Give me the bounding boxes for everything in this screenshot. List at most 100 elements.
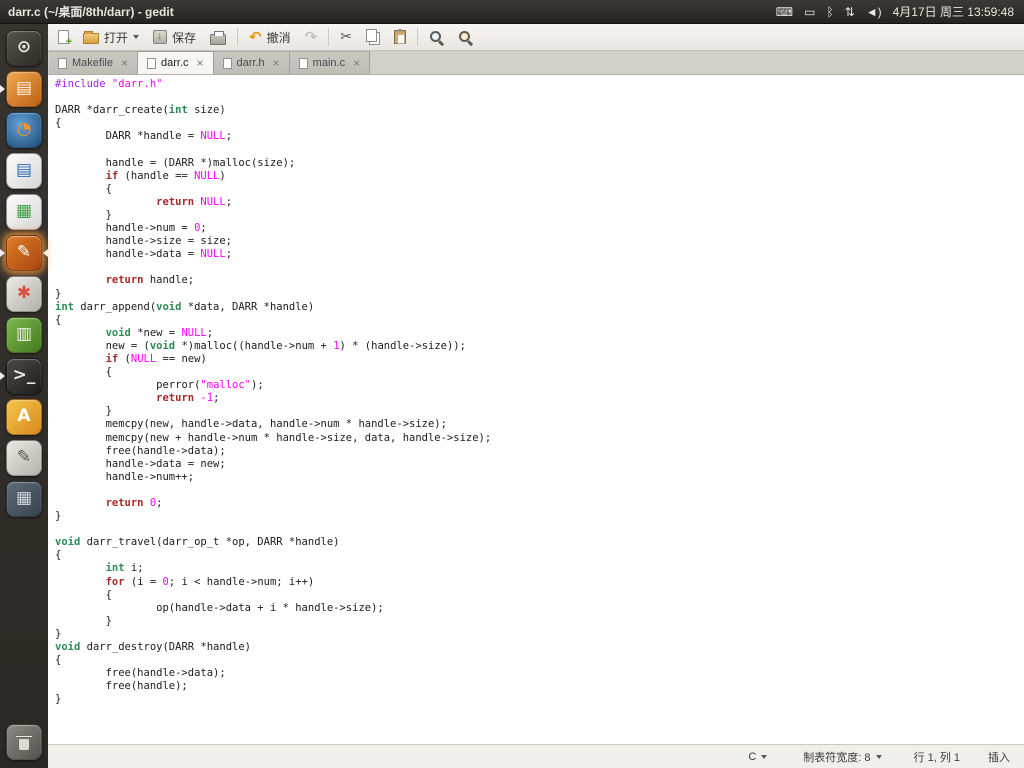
replace-button[interactable]	[452, 26, 479, 49]
tab-main.c[interactable]: main.c ×	[289, 51, 371, 74]
code-line: return 0;	[105, 497, 163, 509]
code-line: }	[55, 627, 62, 640]
gedit-toolbar: 打开 保存 ↶ 撤消 ↷ ✂	[48, 24, 1024, 51]
libreoffice-writer-icon: ▤	[15, 160, 33, 180]
paste-button[interactable]	[388, 26, 412, 49]
focused-indicator-icon	[43, 248, 48, 257]
print-button[interactable]	[204, 26, 232, 49]
cut-button[interactable]: ✂	[334, 26, 358, 49]
tab-label: darr.h	[236, 57, 265, 69]
file-icon	[58, 57, 67, 69]
copy-button[interactable]	[360, 26, 386, 49]
clock[interactable]: 4月17日 周三 13:59:48	[893, 3, 1014, 20]
launcher-item-firefox[interactable]: ◔	[0, 109, 48, 150]
code-line: return -1;	[156, 392, 220, 405]
open-caret-icon	[133, 35, 140, 39]
close-icon[interactable]: ×	[121, 57, 128, 69]
launcher-item-software-center[interactable]: A	[0, 396, 48, 437]
code-line: handle = (DARR *)malloc(size);	[55, 156, 296, 169]
language-selector[interactable]: C	[744, 749, 771, 765]
tab-Makefile[interactable]: Makefile ×	[49, 51, 138, 74]
toolbar-separator	[416, 28, 418, 46]
code-line: {	[55, 313, 62, 326]
running-indicator-icon	[0, 248, 5, 257]
launcher-items: ⊙ ▤ ◔ ▤ ▦ ✎ ✱ ▥ >_ A ✎ ▦	[0, 27, 48, 519]
new-document-button[interactable]	[52, 26, 75, 49]
close-icon[interactable]: ×	[197, 57, 204, 69]
gedit-icon: ✎	[16, 242, 32, 262]
code-line: DARR *handle = NULL;	[55, 130, 233, 143]
redo-icon: ↷	[304, 27, 318, 46]
code-line: void darr_destroy(DARR *handle)	[55, 641, 251, 654]
tray-icons: ⌨ ▭ ᛒ ⇅ ◄)	[776, 6, 882, 18]
paste-icon	[393, 29, 406, 44]
volume-icon[interactable]: ◄)	[866, 6, 882, 18]
launcher-item-workspace-switcher[interactable]: ▦	[0, 478, 48, 519]
file-icon	[146, 57, 156, 69]
undo-icon: ↶	[249, 27, 262, 46]
close-icon[interactable]: ×	[353, 57, 360, 69]
code-line: int i;	[105, 562, 144, 575]
system-settings-icon: ✱	[16, 283, 32, 303]
system-tray: ⌨ ▭ ᛒ ⇅ ◄) 4月17日 周三 13:59:48	[776, 3, 1014, 20]
chevron-down-icon	[761, 754, 768, 759]
launcher-item-system-settings[interactable]: ✱	[0, 273, 48, 314]
code-line: {	[55, 117, 62, 130]
firefox-icon: ◔	[16, 119, 32, 139]
print-icon	[210, 30, 227, 45]
close-icon[interactable]: ×	[273, 57, 280, 69]
code-line: void darr_travel(darr_op_t *op, DARR *ha…	[55, 536, 340, 549]
workspace-switcher-icon: ▦	[15, 488, 33, 508]
toolbar-separator	[328, 28, 330, 46]
launcher-item-files[interactable]: ▤	[0, 68, 48, 109]
code-line: }	[55, 287, 62, 300]
launcher-item-dictionary[interactable]: ▥	[0, 314, 48, 355]
code-line: }	[55, 510, 62, 523]
keyboard-icon[interactable]: ⌨	[776, 6, 793, 18]
launcher-item-terminal[interactable]: >_	[0, 355, 48, 396]
launcher-item-trash[interactable]	[0, 722, 48, 762]
code-line: handle->data = new;	[55, 457, 226, 470]
tab-label: darr.c	[160, 57, 189, 69]
save-button[interactable]: 保存	[147, 26, 202, 49]
code-line: return handle;	[105, 274, 195, 287]
tab-bar: Makefile × darr.c × darr.h × main.c ×	[48, 51, 1024, 75]
launcher-item-text-editor[interactable]: ✎	[0, 437, 48, 478]
tab-darr.h[interactable]: darr.h ×	[213, 51, 290, 74]
tab-label: Makefile	[72, 57, 113, 69]
redo-button[interactable]: ↷	[299, 26, 324, 49]
replace-icon	[458, 30, 473, 45]
battery-icon[interactable]: ▭	[804, 6, 815, 18]
text-editor-icon: ✎	[16, 447, 32, 467]
tab-darr.c[interactable]: darr.c ×	[137, 51, 214, 74]
open-button[interactable]: 打开	[77, 26, 145, 49]
code-line: void *new = NULL;	[105, 326, 214, 339]
language-label: C	[748, 750, 757, 763]
chevron-down-icon	[875, 754, 882, 759]
launcher-item-dash-home[interactable]: ⊙	[0, 27, 48, 68]
undo-button[interactable]: ↶ 撤消	[243, 26, 297, 49]
launcher-item-libreoffice-calc[interactable]: ▦	[0, 191, 48, 232]
trash-icon	[15, 733, 33, 752]
open-label: 打开	[104, 30, 129, 45]
launcher-item-gedit[interactable]: ✎	[0, 232, 48, 273]
network-icon[interactable]: ⇅	[845, 6, 855, 18]
files-icon: ▤	[15, 78, 33, 98]
insert-mode-indicator: 插入	[988, 751, 1010, 764]
search-icon	[429, 30, 444, 45]
file-icon	[222, 57, 232, 69]
toolbar-separator	[237, 28, 239, 46]
file-icon	[298, 57, 308, 69]
tab-width-label: 制表符宽度: 8	[803, 751, 871, 764]
new-document-icon	[58, 30, 72, 48]
code-line: perror("malloc");	[55, 379, 264, 392]
find-button[interactable]	[423, 26, 450, 49]
trash-slot	[0, 722, 48, 762]
cursor-position: 行 1, 列 1	[913, 751, 960, 764]
bluetooth-icon[interactable]: ᛒ	[826, 6, 833, 18]
launcher-item-libreoffice-writer[interactable]: ▤	[0, 150, 48, 191]
tab-width-selector[interactable]: 制表符宽度: 8	[799, 747, 885, 767]
text-editor[interactable]: #include "darr.h" DARR *darr_create(int s…	[48, 75, 1024, 744]
code-line: if (handle == NULL)	[105, 169, 226, 182]
